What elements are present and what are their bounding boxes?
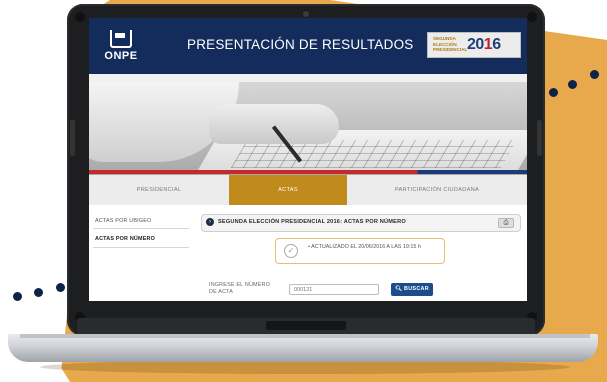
tab-actas[interactable]: ACTAS xyxy=(229,175,347,205)
sidebar-divider xyxy=(93,247,189,248)
printer-icon[interactable]: ⎙ xyxy=(498,218,514,228)
hero-image xyxy=(89,82,527,175)
badge-subtitle: SEGUNDA ELECCIÓN PRESIDENCIAL xyxy=(433,36,467,53)
sidebar-divider xyxy=(93,228,189,229)
flag-stripe xyxy=(89,170,527,174)
sidebar-item-actas-por-ubigeo[interactable]: ACTAS POR UBIGEO xyxy=(95,218,151,224)
badge-year-part: 20 xyxy=(467,36,484,53)
content-area: ACTAS POR UBIGEO ACTAS POR NÚMERO › SEGU… xyxy=(89,205,527,301)
update-status-box: ✓ • ACTUALIZADO EL 20/06/2016 A LAS 19:1… xyxy=(275,238,445,264)
chevron-icon[interactable]: › xyxy=(206,218,214,226)
section-header: › SEGUNDA ELECCIÓN PRESIDENCIAL 2016: AC… xyxy=(201,214,521,232)
header-divider xyxy=(89,74,527,82)
lid-side-tab xyxy=(537,120,542,156)
sidebar-item-actas-por-numero[interactable]: ACTAS POR NÚMERO xyxy=(95,236,155,242)
laptop-shadow xyxy=(40,360,570,374)
acta-number-label: INGRESE EL NÚMERO DE ACTA xyxy=(209,282,271,295)
site-header: ONPE PRESENTACIÓN DE RESULTADOS SEGUNDA … xyxy=(89,18,527,74)
badge-year-part: 6 xyxy=(492,36,501,53)
update-status-value: ACTUALIZADO EL 20/06/2016 A LAS 19:15 h xyxy=(311,244,421,250)
laptop-base-lip xyxy=(20,334,590,338)
check-icon: ✓ xyxy=(284,244,298,258)
hand-shape xyxy=(209,104,339,144)
search-button-label: BUSCAR xyxy=(404,286,429,292)
main-tabs: PRESIDENCIAL ACTAS PARTICIPACIÓN CIUDADA… xyxy=(89,175,527,205)
laptop-screen: ONPE PRESENTACIÓN DE RESULTADOS SEGUNDA … xyxy=(89,18,527,301)
badge-year: 2016 xyxy=(467,36,501,54)
page-title: PRESENTACIÓN DE RESULTADOS xyxy=(187,37,414,52)
onpe-logo[interactable]: ONPE xyxy=(101,30,141,66)
tab-participacion-ciudadana[interactable]: PARTICIPACIÓN CIUDADANA xyxy=(347,175,527,205)
election-badge: SEGUNDA ELECCIÓN PRESIDENCIAL 2016 xyxy=(427,32,521,58)
tab-presidencial[interactable]: PRESIDENCIAL xyxy=(89,175,229,205)
acta-number-input[interactable]: 000121 xyxy=(289,284,379,295)
camera-icon xyxy=(303,11,309,17)
update-status-text: • ACTUALIZADO EL 20/06/2016 A LAS 19:15 … xyxy=(308,244,421,250)
hinge-notch xyxy=(266,321,346,330)
laptop-base xyxy=(8,334,598,362)
ballot-box-icon xyxy=(110,30,132,48)
lid-side-tab xyxy=(70,120,75,156)
lid-foot xyxy=(527,12,537,22)
badge-year-part: 1 xyxy=(483,36,493,53)
ballot-grid xyxy=(230,140,518,168)
badge-line-3: PRESIDENCIAL xyxy=(433,47,468,52)
search-icon: 🔍︎ xyxy=(395,286,403,292)
logo-text: ONPE xyxy=(104,50,138,62)
section-title: SEGUNDA ELECCIÓN PRESIDENCIAL 2016: ACTA… xyxy=(218,219,406,225)
search-button[interactable]: 🔍︎ BUSCAR xyxy=(391,283,433,296)
lid-foot xyxy=(75,12,85,22)
